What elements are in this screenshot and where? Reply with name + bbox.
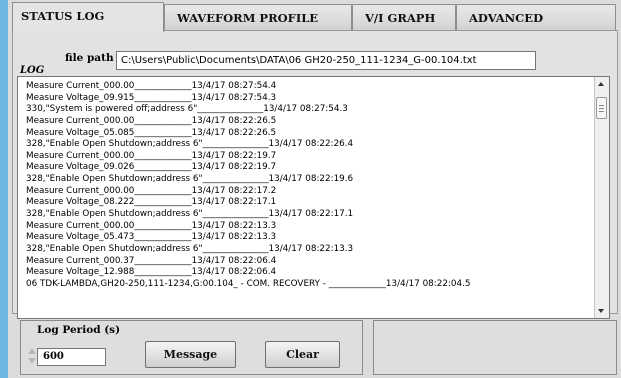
file-path-label: file path <box>65 52 114 64</box>
log-period-input[interactable]: 600 <box>37 348 106 366</box>
log-line: 328,"Enable Open Shutdown;address 6"____… <box>26 243 354 254</box>
grip-line-icon <box>599 105 604 106</box>
log-line: 06 TDK-LAMBDA,GH20-250,111-1234,G:00.104… <box>26 278 471 289</box>
status-log-textarea[interactable]: Measure Current_000.00_____________13/4/… <box>17 76 610 319</box>
grip-line-icon <box>599 108 604 109</box>
log-line: Measure Current_000.00_____________13/4/… <box>26 81 277 91</box>
log-line: 328,"Enable Open Shutdown;address 6"____… <box>26 209 354 220</box>
tab-waveform-profile[interactable]: WAVEFORM PROFILE <box>164 4 352 30</box>
log-line: Measure Current_000.37_____________13/4/… <box>26 255 277 266</box>
grip-line-icon <box>599 111 604 112</box>
log-period-label: Log Period (s) <box>37 324 121 336</box>
spin-down-arrow-icon[interactable] <box>28 358 36 364</box>
scroll-up-arrow-icon[interactable] <box>598 82 604 86</box>
tab-status-log[interactable]: STATUS LOG <box>12 2 164 32</box>
tab-advanced[interactable]: ADVANCED <box>456 4 616 30</box>
scroll-down-arrow-icon[interactable] <box>598 309 604 313</box>
status-display-panel <box>373 320 617 375</box>
log-line: Measure Voltage_05.085_____________13/4/… <box>26 127 277 138</box>
log-label: LOG <box>20 65 45 76</box>
log-line: Measure Voltage_09.915_____________13/4/… <box>26 92 277 103</box>
message-button[interactable]: Message <box>145 341 236 368</box>
log-period-spinner[interactable] <box>27 346 37 367</box>
clear-button[interactable]: Clear <box>265 341 340 368</box>
log-line: Measure Voltage_09.026_____________13/4/… <box>26 162 277 173</box>
log-text: Measure Current_000.00_____________13/4/… <box>18 81 595 291</box>
log-line: Measure Voltage_12.988_____________13/4/… <box>26 267 277 278</box>
log-line: 330,"System is powered off;address 6"___… <box>26 104 348 115</box>
scroll-thumb[interactable] <box>596 97 607 119</box>
log-line: Measure Current_000.00_____________13/4/… <box>26 185 277 196</box>
log-line: Measure Voltage_05.473_____________13/4/… <box>26 232 277 243</box>
file-path-field[interactable]: C:\Users\Public\Documents\DATA\06 GH20-2… <box>116 51 536 70</box>
log-scrollbar[interactable] <box>594 77 609 318</box>
spin-up-arrow-icon[interactable] <box>28 348 36 354</box>
log-line: Measure Voltage_08.222_____________13/4/… <box>26 197 277 208</box>
tab-vi-graph[interactable]: V/I GRAPH <box>352 4 456 30</box>
log-line: Measure Current_000.00_____________13/4/… <box>26 220 277 231</box>
log-line: 328,"Enable Open Shutdown;address 6"____… <box>26 139 354 150</box>
log-line: Measure Current_000.00_____________13/4/… <box>26 115 277 126</box>
log-controls-panel: Log Period (s) 600 Message Clear <box>20 320 363 375</box>
instrument-panel: STATUS LOG WAVEFORM PROFILE V/I GRAPH AD… <box>8 0 621 378</box>
tab-bar: STATUS LOG WAVEFORM PROFILE V/I GRAPH AD… <box>8 0 621 32</box>
status-log-panel: file path C:\Users\Public\Documents\DATA… <box>12 30 618 319</box>
log-line: 328,"Enable Open Shutdown;address 6"____… <box>26 174 354 185</box>
log-line: Measure Current_000.00_____________13/4/… <box>26 150 277 161</box>
